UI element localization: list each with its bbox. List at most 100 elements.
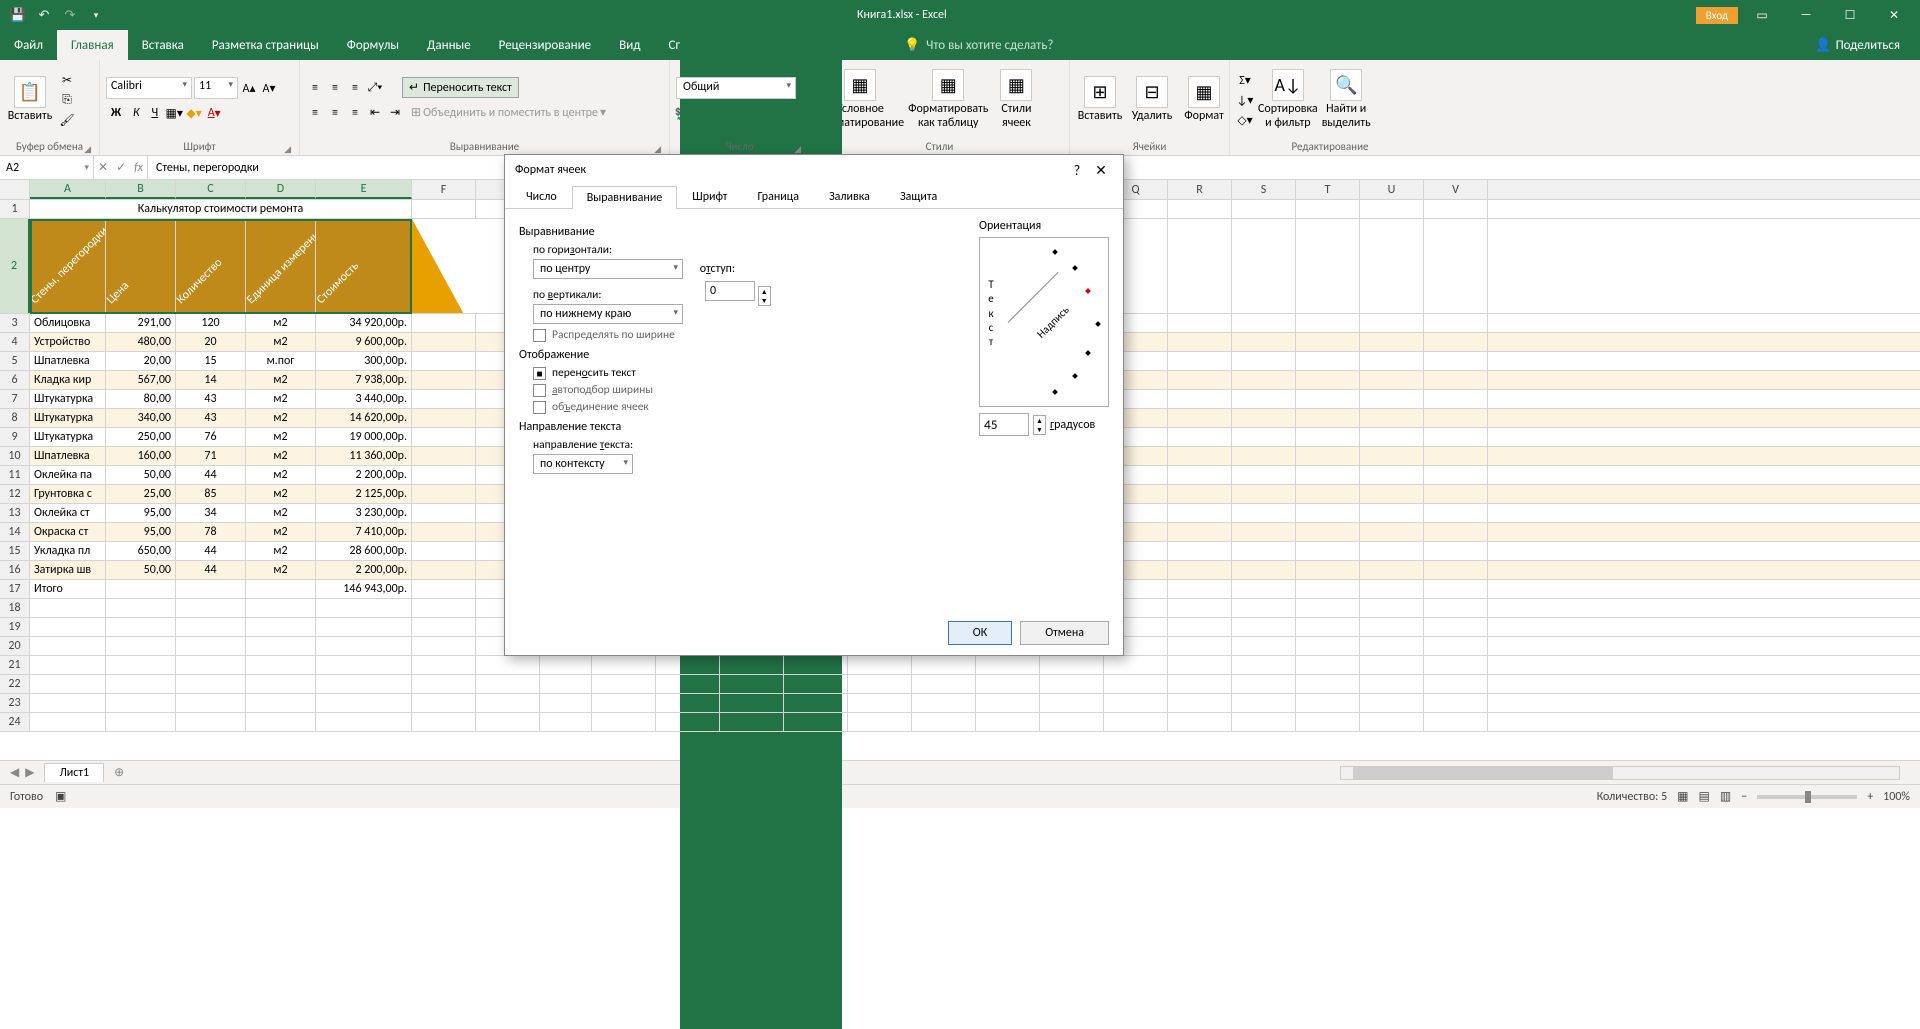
cell[interactable] <box>592 713 656 731</box>
cell[interactable] <box>1232 447 1296 465</box>
help-icon[interactable]: ? <box>1065 162 1089 179</box>
cell[interactable]: м.пог <box>246 352 316 370</box>
cell[interactable] <box>412 637 476 655</box>
cell[interactable] <box>1360 561 1424 579</box>
login-button[interactable]: Вход <box>1696 7 1738 24</box>
cell[interactable] <box>976 656 1040 674</box>
zoom-level[interactable]: 100% <box>1883 790 1910 804</box>
cell[interactable]: Количество <box>176 219 246 313</box>
cell[interactable] <box>1360 542 1424 560</box>
cell[interactable] <box>246 580 316 598</box>
indent-decrease-icon[interactable]: ⇤ <box>366 104 384 122</box>
cell[interactable]: 14 620,00р. <box>316 409 412 427</box>
cell[interactable] <box>1424 485 1488 503</box>
cell[interactable] <box>1168 580 1232 598</box>
cell[interactable]: 43 <box>176 409 246 427</box>
font-name-select[interactable]: Calibri <box>106 77 192 99</box>
cell[interactable] <box>1360 599 1424 617</box>
cell[interactable] <box>1232 314 1296 332</box>
dialog-tab[interactable]: Число <box>511 185 572 208</box>
cell[interactable] <box>784 713 848 731</box>
cell[interactable] <box>1360 485 1424 503</box>
sheet-prev-icon[interactable]: ◀ <box>10 765 19 780</box>
cell[interactable] <box>246 694 316 712</box>
row-header[interactable]: 12 <box>0 485 30 503</box>
cell[interactable] <box>1296 694 1360 712</box>
cell[interactable] <box>1296 447 1360 465</box>
zoom-slider[interactable] <box>1757 795 1857 799</box>
cell[interactable] <box>540 656 592 674</box>
cell[interactable]: 80,00 <box>106 390 176 408</box>
cell[interactable] <box>784 694 848 712</box>
align-left-icon[interactable]: ≡ <box>306 104 324 122</box>
cell[interactable] <box>1296 371 1360 389</box>
cell[interactable]: м2 <box>246 523 316 541</box>
cell[interactable]: Оклейка па <box>30 466 106 484</box>
cell[interactable] <box>1296 637 1360 655</box>
cell[interactable] <box>912 713 976 731</box>
row-header[interactable]: 16 <box>0 561 30 579</box>
cell[interactable] <box>1232 485 1296 503</box>
cell[interactable]: 15 <box>176 352 246 370</box>
cell[interactable] <box>1168 561 1232 579</box>
cell[interactable] <box>720 694 784 712</box>
tab-home[interactable]: Главная <box>57 30 128 60</box>
sheet-next-icon[interactable]: ▶ <box>25 765 34 780</box>
cell[interactable] <box>912 656 976 674</box>
cell[interactable] <box>106 580 176 598</box>
cell[interactable] <box>1360 371 1424 389</box>
cell[interactable] <box>1424 200 1488 218</box>
fill-color-icon[interactable]: ◆▾ <box>185 104 203 122</box>
cell[interactable] <box>1232 409 1296 427</box>
textdir-select[interactable]: по контексту <box>533 454 633 474</box>
align-bottom-icon[interactable]: ≡ <box>346 79 364 97</box>
column-header[interactable]: U <box>1360 180 1424 199</box>
cell[interactable] <box>476 713 540 731</box>
cell[interactable] <box>1424 428 1488 446</box>
cell[interactable] <box>656 675 720 693</box>
align-middle-icon[interactable]: ≡ <box>326 79 344 97</box>
cell[interactable] <box>540 675 592 693</box>
row-header[interactable]: 10 <box>0 447 30 465</box>
cell[interactable]: Стены, перегородки <box>30 219 106 313</box>
cell[interactable] <box>592 656 656 674</box>
row-header[interactable]: 5 <box>0 352 30 370</box>
cell[interactable] <box>1296 466 1360 484</box>
cell[interactable] <box>976 694 1040 712</box>
cell[interactable] <box>106 637 176 655</box>
page-break-view-icon[interactable]: ▥ <box>1720 789 1731 804</box>
cell[interactable] <box>1360 352 1424 370</box>
cell[interactable]: м2 <box>246 542 316 560</box>
cell[interactable] <box>1168 200 1232 218</box>
cell[interactable]: 25,00 <box>106 485 176 503</box>
cell[interactable] <box>106 694 176 712</box>
row-header[interactable]: 7 <box>0 390 30 408</box>
column-header[interactable]: A <box>30 180 106 199</box>
cell[interactable]: Облицовка <box>30 314 106 332</box>
cell[interactable] <box>246 713 316 731</box>
dialog-launcher-icon[interactable]: ◢ <box>284 144 291 155</box>
font-color-icon[interactable]: A▾ <box>205 104 223 122</box>
cell[interactable] <box>1360 447 1424 465</box>
cell[interactable]: 3 440,00р. <box>316 390 412 408</box>
cell[interactable] <box>1296 523 1360 541</box>
cell[interactable] <box>246 637 316 655</box>
align-top-icon[interactable]: ≡ <box>306 79 324 97</box>
ok-button[interactable]: ОК <box>948 621 1012 645</box>
increase-font-icon[interactable]: A▴ <box>240 79 258 97</box>
cell[interactable]: Калькулятор стоимости ремонта <box>30 200 412 218</box>
format-as-table-button[interactable]: ▦Форматировать как таблицу <box>908 69 988 131</box>
cell[interactable] <box>106 618 176 636</box>
maximize-icon[interactable]: ☐ <box>1830 0 1870 30</box>
macro-record-icon[interactable]: ▣ <box>55 789 66 804</box>
cell[interactable] <box>412 390 476 408</box>
cell[interactable]: м2 <box>246 314 316 332</box>
cell[interactable] <box>1168 694 1232 712</box>
close-dialog-icon[interactable]: ✕ <box>1089 162 1113 179</box>
cell[interactable] <box>1168 656 1232 674</box>
row-header[interactable]: 14 <box>0 523 30 541</box>
cell[interactable] <box>912 675 976 693</box>
cell[interactable] <box>1424 352 1488 370</box>
close-icon[interactable]: ✕ <box>1874 0 1914 30</box>
cell[interactable] <box>1424 561 1488 579</box>
